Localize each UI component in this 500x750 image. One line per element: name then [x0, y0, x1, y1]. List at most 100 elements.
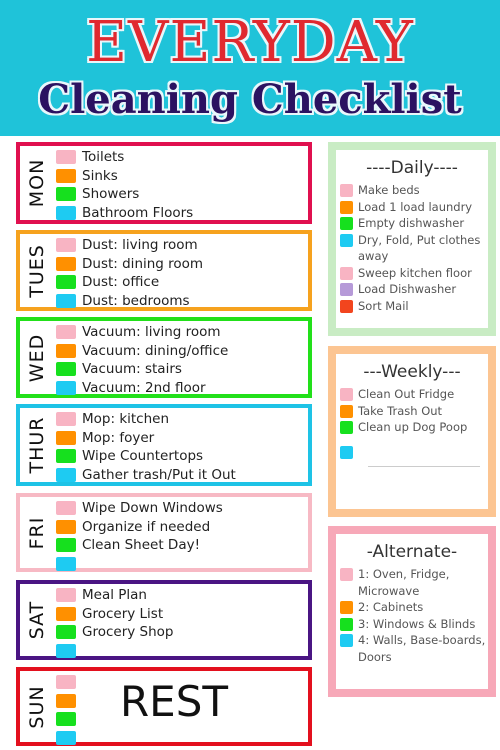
task-text: Sinks — [82, 167, 118, 184]
checkbox-swatch[interactable] — [340, 233, 353, 247]
task-text: Toilets — [82, 149, 125, 166]
checkbox-swatch[interactable] — [340, 388, 353, 401]
task-item: Bathroom Floors — [56, 204, 304, 223]
day-label: SUN — [20, 671, 54, 742]
daily-item-text: Dry, Fold, Put clothes away — [358, 232, 481, 264]
task-item: Clean Sheet Day! — [56, 536, 304, 555]
checkbox-swatch[interactable] — [56, 205, 76, 220]
checkbox-swatch[interactable] — [56, 538, 76, 553]
checkbox-swatch[interactable] — [340, 299, 353, 313]
day-box-sat: SAT Meal Plan Grocery List Grocery Shop — [16, 580, 312, 660]
daily-item-text: Load Dishwasher — [358, 282, 457, 296]
day-box-sun: SUN REST — [16, 667, 312, 746]
checkbox-swatch[interactable] — [56, 430, 76, 445]
task-list: Dust: living room Dust: dining room Dust: … — [56, 236, 304, 310]
task-item: Vacuum: stairs — [56, 360, 304, 379]
checkbox-swatch[interactable] — [340, 617, 353, 631]
checkbox-swatch[interactable] — [56, 467, 76, 482]
checkbox-swatch[interactable] — [56, 643, 76, 658]
checkbox-swatch[interactable] — [56, 343, 76, 358]
checkbox-swatch[interactable] — [56, 362, 76, 377]
checkbox-swatch[interactable] — [340, 184, 353, 197]
day-box-fri: FRI Wipe Down Windows Organize if needed Cl… — [16, 493, 312, 572]
task-item: Meal Plan — [56, 586, 304, 605]
checkbox-swatch[interactable] — [56, 238, 76, 253]
task-item: Dust: bedrooms — [56, 292, 304, 311]
checkbox-swatch[interactable] — [56, 380, 76, 395]
day-label-text: TUES — [26, 243, 48, 298]
task-text: Vacuum: living room — [82, 324, 221, 341]
task-text: Vacuum: stairs — [82, 361, 182, 378]
alternate-list: 1: Oven, Fridge, Microwave 2: Cabinets 3: … — [336, 566, 488, 665]
checkbox-swatch[interactable] — [56, 501, 76, 516]
checkbox-swatch[interactable] — [56, 625, 76, 640]
weekly-box: ---Weekly--- Clean Out Fridge Take Trash … — [328, 346, 496, 517]
task-item: Wipe Down Windows — [56, 499, 304, 518]
alternate-item: 2: Cabinets — [340, 599, 488, 616]
checkbox-swatch[interactable] — [56, 588, 76, 603]
task-item: Vacuum: dining/office — [56, 342, 304, 361]
checkbox-swatch[interactable] — [56, 293, 76, 308]
task-item: Dust: dining room — [56, 255, 304, 274]
task-text: Mop: kitchen — [82, 411, 170, 428]
task-item: Vacuum: living room — [56, 323, 304, 342]
daily-item: Load Dishwasher — [340, 281, 488, 298]
daily-item: Sort Mail — [340, 298, 488, 315]
checkbox-swatch[interactable] — [340, 601, 353, 614]
task-text: Clean Sheet Day! — [82, 537, 200, 554]
weekly-item: Clean up Dog Poop — [340, 419, 488, 436]
task-item: Showers — [56, 185, 304, 204]
title-cleaning-checklist: Cleaning Checklist — [38, 76, 462, 123]
checkbox-swatch[interactable] — [56, 693, 76, 708]
weekly-item: Take Trash Out — [340, 403, 488, 420]
task-item: Wipe Countertops — [56, 447, 304, 466]
checkbox-swatch[interactable] — [56, 150, 76, 165]
checkbox-swatch[interactable] — [340, 404, 353, 418]
alternate-item: 4: Walls, Base-boards, Doors — [340, 632, 488, 665]
checkbox-swatch[interactable] — [340, 217, 353, 230]
checkbox-swatch[interactable] — [56, 412, 76, 427]
checkbox-swatch[interactable] — [56, 675, 76, 690]
checkbox-swatch[interactable] — [340, 421, 353, 434]
task-item: Vacuum: 2nd floor — [56, 379, 304, 398]
task-text: Dust: living room — [82, 237, 198, 254]
task-item: Grocery List — [56, 605, 304, 624]
checkbox-swatch[interactable] — [340, 200, 353, 214]
checkbox-swatch[interactable] — [340, 445, 353, 459]
checkbox-swatch[interactable] — [56, 187, 76, 202]
task-item: Mop: foyer — [56, 429, 304, 448]
blank-write-line[interactable] — [368, 466, 480, 467]
task-item: Sinks — [56, 167, 304, 186]
daily-list: Make beds Load 1 load laundry Empty dishwa… — [336, 182, 488, 314]
checkbox-swatch[interactable] — [56, 730, 76, 745]
checkbox-swatch[interactable] — [56, 449, 76, 464]
task-list: Toilets Sinks Showers Bathroom Floors — [56, 148, 304, 222]
day-label: WED — [20, 321, 54, 394]
day-box-thur: THUR Mop: kitchen Mop: foyer Wipe Counterto… — [16, 404, 312, 486]
task-item — [56, 642, 304, 661]
checkbox-swatch[interactable] — [56, 275, 76, 290]
task-list: Mop: kitchen Mop: foyer Wipe Countertops Ga… — [56, 410, 304, 484]
day-label-text: THUR — [26, 416, 48, 474]
checkbox-swatch[interactable] — [340, 568, 353, 581]
task-item: Grocery Shop — [56, 623, 304, 642]
daily-item: Empty dishwasher — [340, 215, 488, 232]
checkbox-swatch[interactable] — [56, 606, 76, 621]
checkbox-swatch[interactable] — [56, 712, 76, 727]
daily-item-text: Load 1 load laundry — [358, 199, 473, 214]
checkbox-swatch[interactable] — [56, 556, 76, 571]
task-list: Vacuum: living room Vacuum: dining/office… — [56, 323, 304, 397]
checkbox-swatch[interactable] — [340, 283, 353, 296]
checkbox-swatch[interactable] — [56, 519, 76, 534]
checkbox-swatch[interactable] — [56, 256, 76, 271]
task-item: Organize if needed — [56, 518, 304, 537]
alternate-box: -Alternate- 1: Oven, Fridge, Microwave 2:… — [328, 526, 496, 697]
task-text: Wipe Down Windows — [82, 500, 223, 517]
checkbox-swatch[interactable] — [56, 325, 76, 340]
task-text: Vacuum: 2nd floor — [82, 379, 206, 396]
alternate-item: 3: Windows & Blinds — [340, 616, 488, 633]
checkbox-swatch[interactable] — [56, 168, 76, 183]
task-text: Meal Plan — [82, 587, 147, 604]
checkbox-swatch[interactable] — [340, 634, 353, 647]
checkbox-swatch[interactable] — [340, 266, 353, 280]
